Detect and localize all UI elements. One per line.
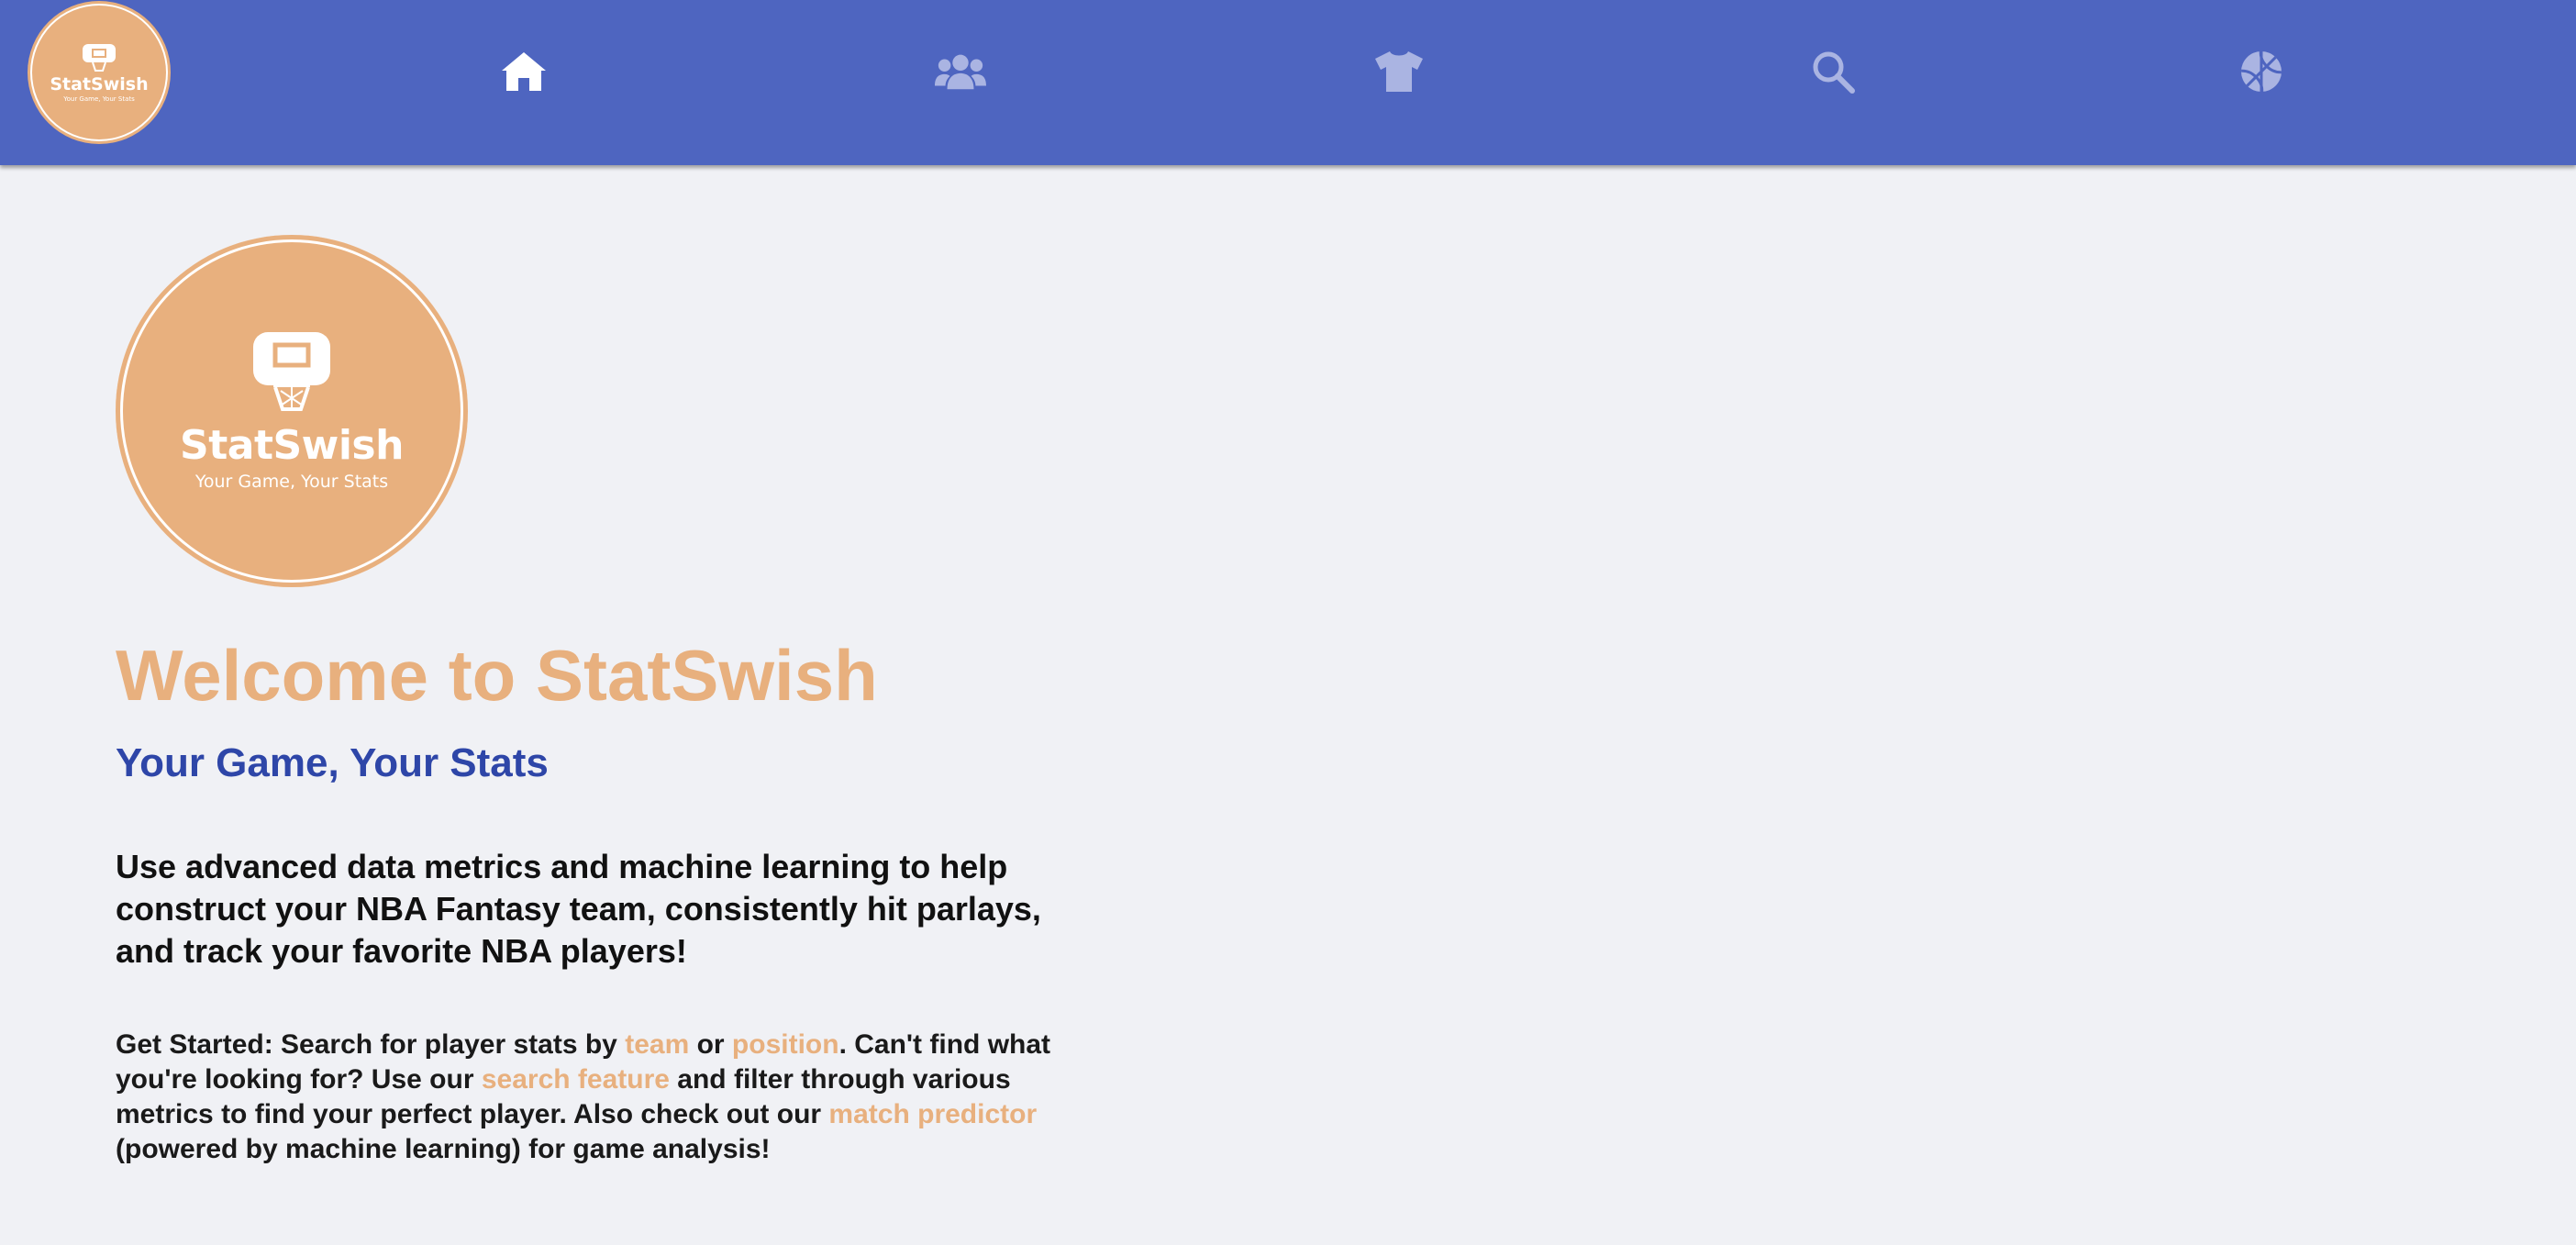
search-feature-link[interactable]: search feature <box>482 1064 670 1095</box>
get-started-part1: Get Started: Search for player stats by <box>116 1029 626 1060</box>
page-subtitle: Your Game, Your Stats <box>116 740 549 785</box>
get-started-part5: (powered by machine learning) for game a… <box>116 1134 771 1164</box>
nav-home[interactable] <box>498 46 550 97</box>
nav-logo-name: StatSwish <box>50 73 149 94</box>
get-started-part2: or <box>689 1029 732 1060</box>
match-predictor-link[interactable]: match predictor <box>828 1099 1037 1129</box>
top-navbar: StatSwish Your Game, Your Stats <box>0 0 2576 165</box>
nav-teams[interactable] <box>935 46 986 97</box>
nav-positions[interactable] <box>1373 46 1425 97</box>
get-started-text: Get Started: Search for player stats by … <box>116 1028 1079 1167</box>
hero-logo-name: StatSwish <box>180 422 404 469</box>
nav-logo-tagline: Your Game, Your Stats <box>63 94 135 103</box>
home-icon <box>502 52 546 91</box>
position-link[interactable]: position <box>732 1029 839 1060</box>
nav-logo[interactable]: StatSwish Your Game, Your Stats <box>30 4 168 141</box>
hoop-icon <box>83 43 116 72</box>
intro-text: Use advanced data metrics and machine le… <box>116 848 1041 970</box>
jersey-icon <box>1375 51 1423 92</box>
hero-logo-tagline: Your Game, Your Stats <box>194 472 389 492</box>
team-link[interactable]: team <box>625 1029 689 1060</box>
hoop-icon <box>253 332 330 411</box>
search-icon <box>1813 51 1855 94</box>
page-title: Welcome to StatSwish <box>116 635 878 716</box>
hero-logo: StatSwish Your Game, Your Stats <box>116 235 468 587</box>
nav-search[interactable] <box>1807 46 1859 97</box>
nav-match-predictor[interactable] <box>2236 46 2287 97</box>
basketball-icon <box>2240 50 2282 93</box>
users-icon <box>935 54 986 90</box>
